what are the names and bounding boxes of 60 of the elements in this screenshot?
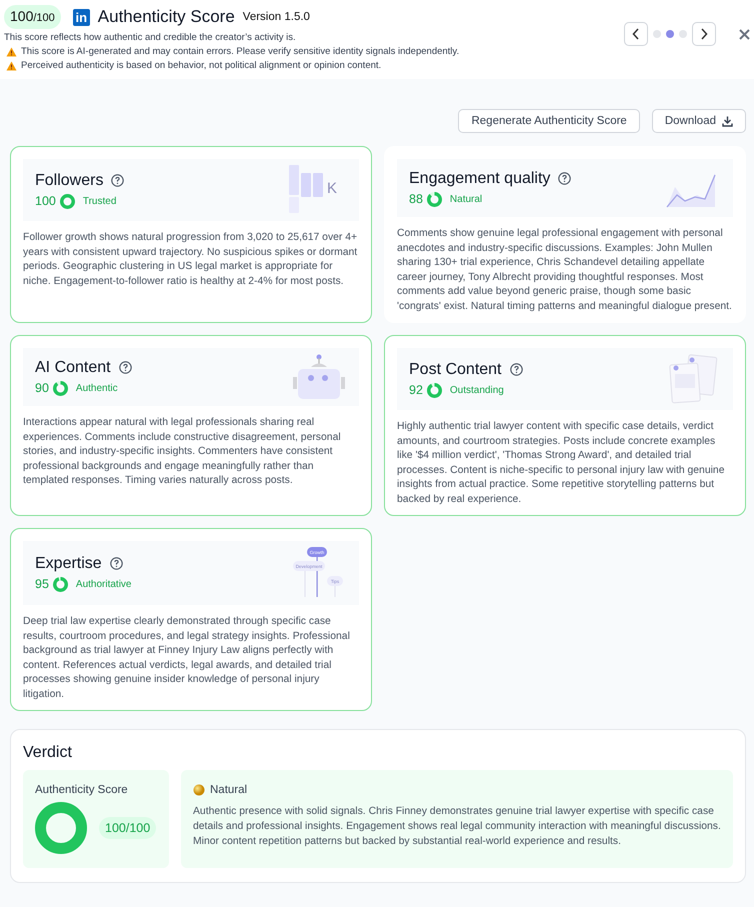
version-label: Version 1.5.0 (242, 11, 310, 23)
rating-label: Natural (450, 194, 482, 204)
close-icon[interactable] (739, 29, 750, 40)
help-icon[interactable] (111, 174, 124, 187)
page-dot[interactable] (679, 30, 687, 38)
card-description: Deep trial law expertise clearly demonstrated through specific case results, courtroom procedures, and legal strategy insights. Professional background as trial lawyer at Finney Injury Law aligns perfectly with content. References actual verdicts, legal awards, and detailed trial processes showing genuine insider knowledge of personal injury litigation. (23, 615, 351, 702)
chevron-left-icon (632, 28, 640, 40)
score-value: 90 (35, 381, 49, 395)
rating-label: Outstanding (450, 384, 504, 396)
download-button[interactable]: Download (652, 109, 746, 133)
page-title: Authenticity Score (98, 7, 235, 27)
score-donut (35, 802, 87, 854)
warning-icon (6, 47, 17, 57)
verdict-title: Verdict (23, 744, 73, 762)
regenerate-button[interactable]: Regenerate Authenticity Score (458, 109, 640, 133)
score-label: Authenticity Score (35, 784, 129, 796)
score-pill: 100/100 (99, 817, 156, 839)
score-value: 92 (409, 383, 423, 397)
score-value: 100 (35, 194, 56, 208)
verdict-label: Natural (210, 784, 248, 796)
previous-button[interactable] (624, 22, 648, 46)
card-description: Comments show genuine legal professional engagement with personal anecdotes and industry-specific discussions. Examples: John Mullen sharing 130+ trial experience, Chris Schandevel detailing appellate career journey, Tony Albrecht providing thoughtful responses. Most comments add value beyond generic praise, though some basic 'congrats' exist. Natural timing patterns and meaningful dialogue present. (397, 227, 733, 314)
verdict-text: Authentic presence with solid signals. Chris Finney demonstrates genuine trial lawyer expertise with specific case details and professional insights. Engagement shows real legal community interaction with meaningful discussions. Minor content repetition patterns but backed by substantial real-world experience and results. (193, 805, 721, 849)
note-text: This score is AI-generated and may contain errors. Please verify sensitive identity signals independently. (21, 45, 460, 59)
card-title: AI Content (35, 358, 111, 376)
help-icon[interactable] (510, 363, 522, 376)
card-title: Expertise (35, 554, 102, 572)
score-ring (426, 382, 442, 398)
card-title: Engagement quality (409, 170, 550, 188)
warning-icon (6, 61, 17, 71)
score-ring (60, 194, 75, 208)
card-description: Highly authentic trial lawyer content with specific case details, verdict amounts, and courtroom strategies. Posts include concrete examples like '$4 million verdict', 'Thomas Strong Award', and detailed trial processes. Content is niche-specific to personal injury law with genuine insights from actual practice. Some repetitive storytelling patterns but backed by real experience. (397, 420, 726, 506)
logo: in (72, 8, 90, 26)
thousands-label: K (327, 180, 338, 197)
rating-label: Authoritative (76, 578, 132, 590)
next-button[interactable] (692, 22, 716, 46)
rating-label: Trusted (82, 196, 116, 206)
score-ring (52, 380, 68, 396)
page-dot[interactable] (653, 30, 661, 38)
score-ring (52, 576, 68, 592)
card-description: Interactions appear natural with legal professionals sharing real experiences. Comments include constructive disagreement, personal stories, and industry-specific insights. Commenters have consistent professional backgrounds and engage meaningfully rather than templated responses. Timing varies naturally across posts. (23, 416, 342, 488)
status-dot-icon (193, 784, 205, 796)
posts-drawing (669, 354, 719, 404)
page-dot[interactable] (666, 30, 674, 38)
help-icon[interactable] (110, 557, 123, 570)
note-text: This score reflects how authentic and credible the creator’s activity is. (4, 31, 296, 45)
help-icon[interactable] (118, 361, 132, 374)
score-value: 95 (35, 577, 49, 591)
chevron-right-icon (700, 28, 708, 40)
card-title: Followers (35, 172, 104, 190)
rating-label: Authentic (76, 382, 118, 394)
score-ring (426, 192, 442, 206)
help-icon[interactable] (558, 172, 572, 185)
score-value: 88 (409, 192, 423, 206)
note-text: Perceived authenticity is based on behavior, not political alignment or opinion content. (21, 59, 382, 73)
download-icon (722, 116, 733, 126)
card-title: Post Content (409, 360, 502, 378)
card-description: Follower growth shows natural progression from 3,020 to 25,617 over 4+ years with consistent upward trajectory. No suspicious spikes or dormant periods. Geographic clustering in US legal market is appropriate for niche. Engagement-to-follower ratio is healthy at 2-4% for most posts. (23, 231, 358, 288)
robot-drawing (293, 354, 345, 400)
score-badge: 100/100 (4, 5, 61, 29)
